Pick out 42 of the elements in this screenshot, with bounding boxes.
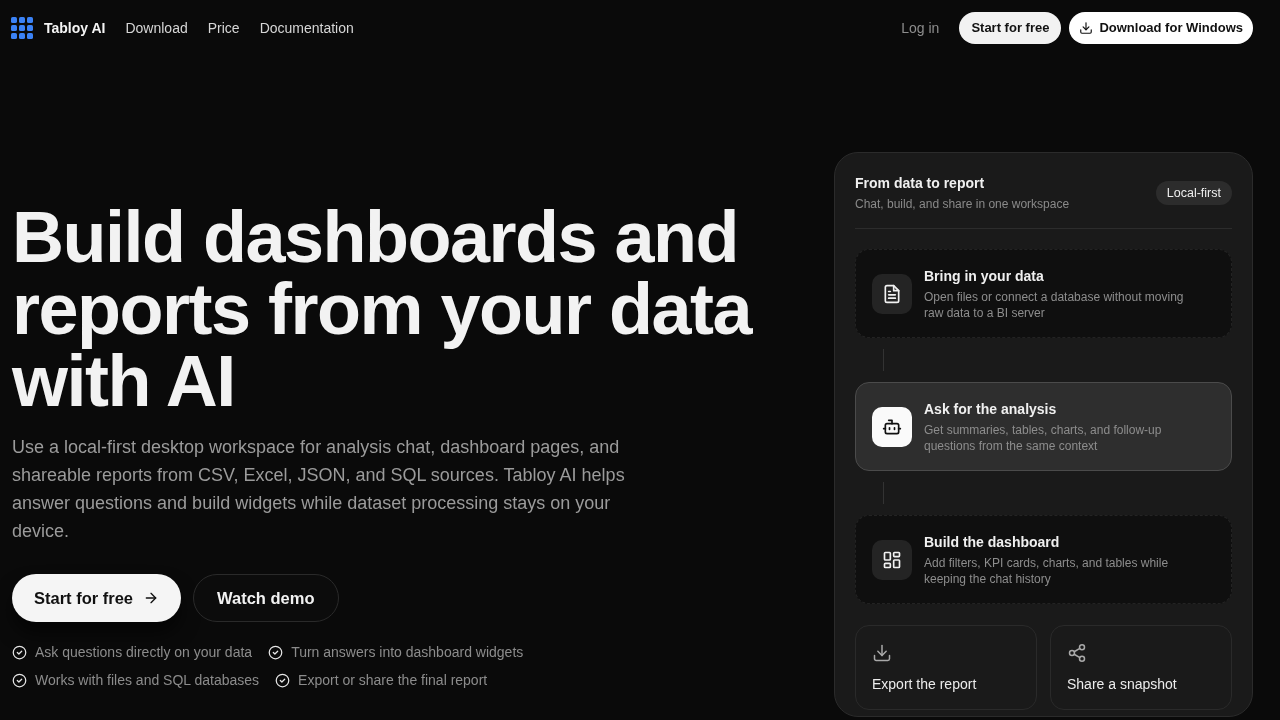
highlight-text: Turn answers into dashboard widgets bbox=[291, 643, 524, 662]
robot-icon bbox=[872, 406, 912, 447]
highlight-text: Works with files and SQL databases bbox=[35, 671, 260, 690]
step-title: Bring in your data bbox=[924, 267, 1045, 286]
login-link[interactable]: Log in bbox=[901, 17, 940, 39]
share-icon bbox=[1067, 643, 1087, 663]
download-icon bbox=[1079, 21, 1094, 35]
action-label: Share a snapshot bbox=[1067, 675, 1178, 694]
nav-link[interactable]: Documentation bbox=[259, 17, 354, 39]
check-circle-icon bbox=[12, 644, 27, 660]
local-first-badge: Local-first bbox=[1155, 181, 1232, 205]
start-free-button[interactable]: Start for free bbox=[12, 574, 182, 622]
highlight-text: Export or share the final report bbox=[298, 671, 488, 690]
check-circle-icon bbox=[12, 672, 27, 688]
step-title: Ask for the analysis bbox=[924, 400, 1058, 419]
panel-title: From data to report bbox=[855, 174, 986, 193]
step-title: Build the dashboard bbox=[924, 533, 1061, 552]
step-card[interactable]: Build the dashboard Add filters, KPI cards, charts, and tables while keeping the chat history bbox=[855, 515, 1232, 604]
action-tile[interactable]: Export the report bbox=[855, 625, 1037, 710]
step-card[interactable]: Bring in your data Open files or connect a database without moving raw data to a BI server bbox=[855, 249, 1232, 338]
step-card[interactable]: Ask for the analysis Get summaries, tables, charts, and follow-up questions from the same context bbox=[855, 382, 1232, 471]
hero-description: Use a local-first desktop workspace for analysis chat, dashboard pages, and shareable reports from CSV, Excel, JSON, and SQL sources. Tabloy AI helps answer questions and build widgets while dataset processing stays on your device. bbox=[12, 436, 626, 543]
action-label: Export the report bbox=[872, 675, 978, 694]
dashboard-layout-icon bbox=[872, 539, 912, 580]
nav-link[interactable]: Price bbox=[207, 17, 240, 39]
highlight-text: Ask questions directly on your data bbox=[35, 643, 253, 662]
brand-name[interactable]: Tabloy AI bbox=[44, 17, 106, 39]
panel-subtitle: Chat, build, and share in one workspace bbox=[855, 196, 1070, 212]
step-description: Get summaries, tables, charts, and follow-up questions from the same context bbox=[924, 422, 1163, 454]
dot-grid-logo-icon[interactable] bbox=[11, 17, 33, 39]
hero-heading: Build dashboards and reports from your data with AI bbox=[12, 201, 754, 417]
document-icon bbox=[872, 273, 912, 314]
check-circle-icon bbox=[275, 672, 291, 688]
action-tile[interactable]: Share a snapshot bbox=[1050, 625, 1232, 710]
check-circle-icon bbox=[268, 644, 284, 660]
download-icon bbox=[872, 643, 892, 663]
start-free-button[interactable]: Start for free bbox=[959, 12, 1062, 44]
nav-link[interactable]: Download bbox=[125, 17, 188, 39]
step-description: Open files or connect a database without moving raw data to a BI server bbox=[924, 289, 1185, 321]
watch-demo-button[interactable]: Watch demo bbox=[193, 574, 339, 622]
download-windows-button[interactable]: Download for Windows bbox=[1069, 12, 1253, 44]
step-description: Add filters, KPI cards, charts, and tables while keeping the chat history bbox=[924, 555, 1170, 587]
